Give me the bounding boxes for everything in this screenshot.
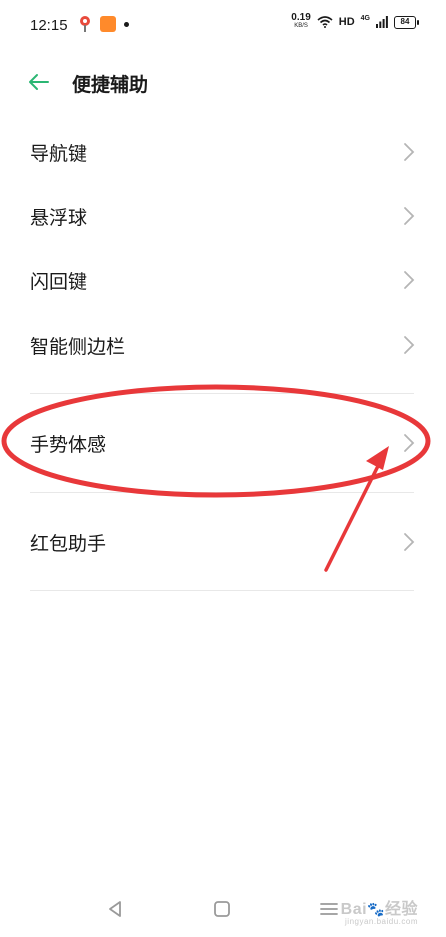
paw-icon: 🐾: [367, 901, 385, 917]
watermark-text: Bai: [340, 901, 368, 918]
list-item-gesture-motion[interactable]: 手势体感: [0, 411, 446, 475]
nav-menu-icon[interactable]: [318, 898, 340, 920]
list-item-label: 悬浮球: [30, 207, 88, 229]
wifi-icon: [317, 16, 333, 28]
chevron-right-icon: [404, 533, 415, 551]
battery-level: 84: [400, 17, 410, 26]
more-notifications-dot-icon: [124, 21, 129, 27]
list-item-label: 导航键: [30, 143, 88, 165]
watermark-suffix: 经验: [384, 901, 418, 918]
network-speed: 0.19 KB/S: [291, 12, 311, 30]
hd-indicator: HD: [338, 16, 355, 28]
list-item-floating-ball[interactable]: 悬浮球: [0, 184, 446, 248]
divider: [30, 590, 414, 591]
signal-label: 4G: [360, 14, 370, 22]
list-item-label: 红包助手: [30, 533, 107, 555]
notification-icons: [78, 15, 129, 33]
status-bar: 12:15 0.19 KB/S HD 4G 84: [0, 0, 446, 52]
chevron-right-icon: [404, 143, 415, 161]
list-item-smart-sidebar[interactable]: 智能侧边栏: [0, 313, 446, 377]
status-time: 12:15: [30, 17, 68, 34]
chevron-right-icon: [404, 271, 415, 289]
signal-icon: [376, 16, 388, 28]
chevron-right-icon: [404, 336, 415, 354]
chevron-right-icon: [404, 434, 415, 452]
nav-back-triangle-icon[interactable]: [104, 898, 126, 920]
baidu-jingyan-watermark: Bai🐾经验 jingyan.baidu.com: [341, 895, 418, 926]
list-item-flashback-key[interactable]: 闪回键: [0, 248, 446, 312]
page-title: 便捷辅助: [72, 74, 149, 96]
list-item-label: 闪回键: [30, 271, 88, 293]
list-item-navigation-keys[interactable]: 导航键: [0, 120, 446, 184]
nav-home-square-icon[interactable]: [211, 898, 233, 920]
list-item-label: 智能侧边栏: [30, 336, 126, 358]
divider: [30, 492, 414, 493]
watermark-sub: jingyan.baidu.com: [345, 917, 418, 926]
arrow-left-icon[interactable]: [24, 67, 54, 97]
network-speed-value: 0.19: [291, 12, 311, 23]
divider: [30, 393, 414, 394]
list-item-red-packet-assistant[interactable]: 红包助手: [0, 510, 446, 574]
app-notification-icon: [100, 16, 116, 32]
status-indicators: 0.19 KB/S HD 4G 84: [291, 12, 419, 30]
location-pin-icon: [80, 16, 90, 32]
header: 便捷辅助: [0, 55, 446, 111]
list-item-label: 手势体感: [30, 434, 107, 456]
battery-icon: 84: [394, 15, 419, 29]
chevron-right-icon: [404, 207, 415, 225]
network-speed-unit: KB/S: [294, 23, 308, 29]
